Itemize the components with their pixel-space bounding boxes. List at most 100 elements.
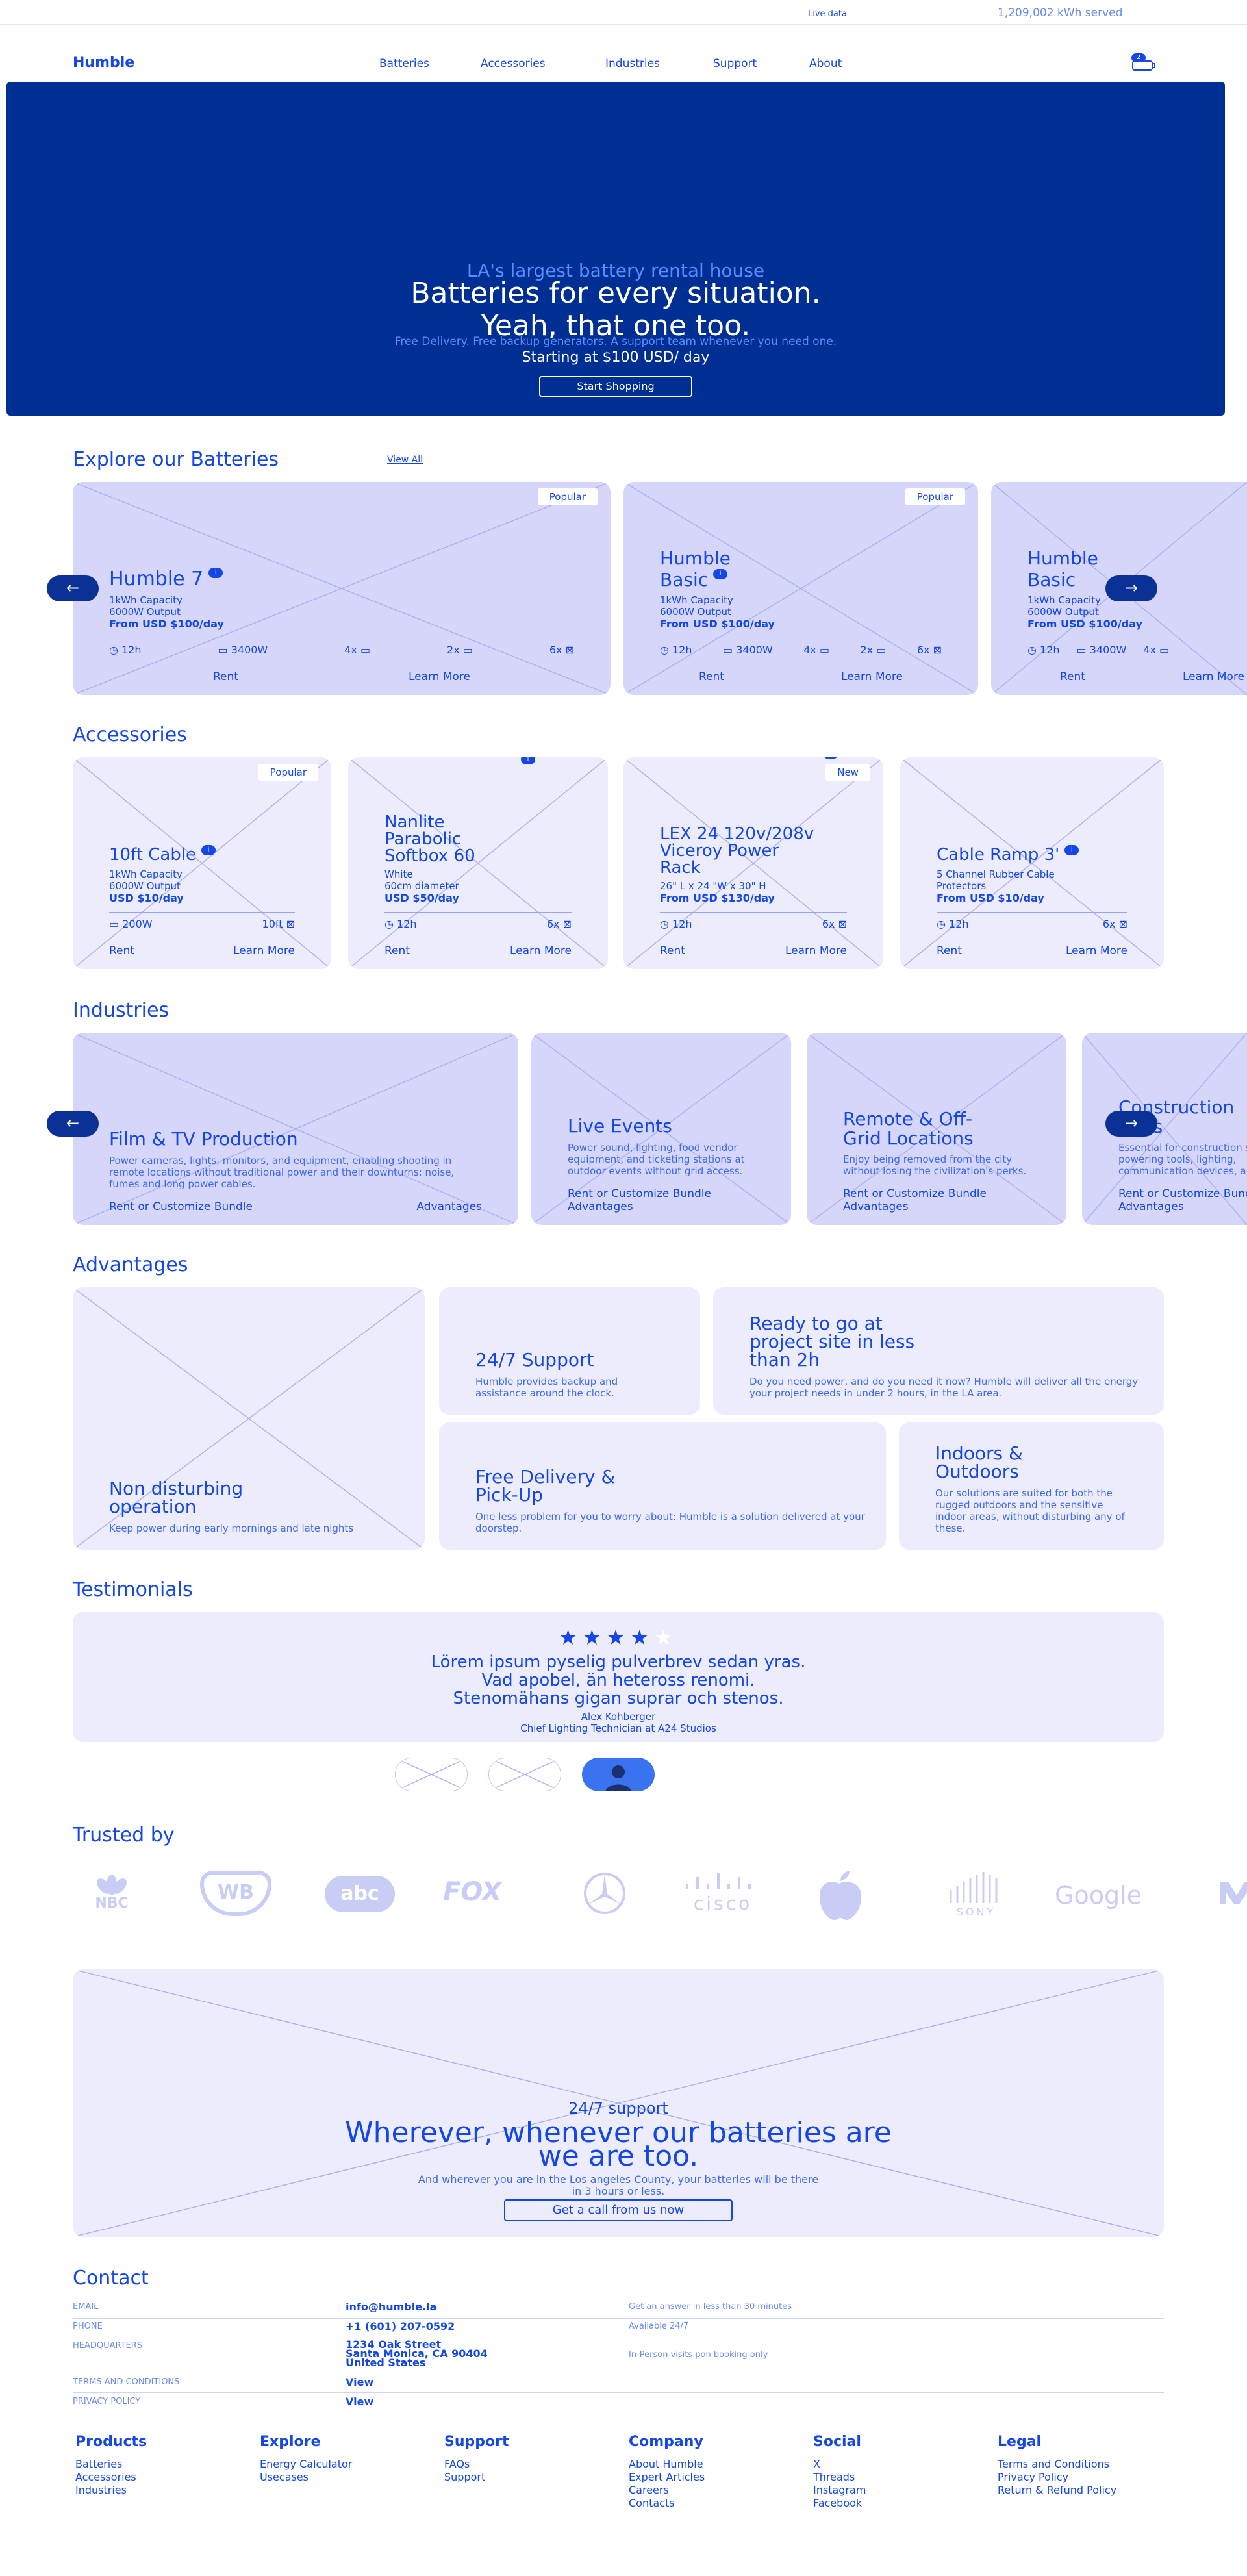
accessory-card[interactable]: Nanlite Parabolic Softbox 60 i White 60c… xyxy=(348,757,608,969)
rent-button[interactable]: Rent xyxy=(660,944,685,957)
start-shopping-button[interactable]: Start Shopping xyxy=(539,376,692,397)
accessory-card[interactable]: Popular 10ft Cable i 1kWh Capacity 6000W … xyxy=(73,757,331,969)
logo-row: NBC WB abc FOX cisco SONY Google xyxy=(73,1871,1247,1923)
hero-price: Starting at $100 USD/ day xyxy=(522,349,710,366)
advantages-link[interactable]: Advantages xyxy=(1118,1200,1247,1213)
battery-output: 6000W Output xyxy=(660,606,731,618)
runtime-spec: ◷ 12h xyxy=(660,918,692,930)
industry-name: Remote & Off-Grid Locations xyxy=(843,1108,974,1149)
logo[interactable]: Humble xyxy=(73,55,134,71)
star-icon: ★ xyxy=(582,1625,607,1650)
privacy-view-link[interactable]: View xyxy=(346,2395,373,2408)
accessory-card[interactable]: New LEX 24 120v/208v Viceroy Power Rack … xyxy=(624,757,883,969)
rent-bundle-link[interactable]: Rent or Customize Bundle xyxy=(109,1200,253,1213)
info-icon[interactable]: i xyxy=(208,568,223,578)
learn-more-link[interactable]: Learn More xyxy=(1066,944,1127,957)
nav-industries[interactable]: Industries xyxy=(605,57,660,70)
footer-link[interactable]: Threads xyxy=(813,2471,866,2484)
accessory-detail: 1kWh Capacity xyxy=(109,868,183,880)
industry-card[interactable]: Film & TV Production Power cameras, ligh… xyxy=(73,1033,518,1225)
nav-about[interactable]: About xyxy=(809,57,842,70)
wb-logo: WB xyxy=(200,1871,271,1916)
footer-link[interactable]: Return & Refund Policy xyxy=(998,2484,1116,2497)
kwh-served: 1,209,002 kWh served xyxy=(998,6,1123,19)
nav-batteries[interactable]: Batteries xyxy=(379,57,429,70)
learn-more-link[interactable]: Learn More xyxy=(785,944,847,957)
rent-button[interactable]: Rent xyxy=(213,670,238,683)
advantages-link[interactable]: Advantages xyxy=(416,1200,482,1213)
industry-description: Essential for construction sites, poweri… xyxy=(1118,1142,1247,1177)
carousel-prev-button[interactable]: ← xyxy=(47,1111,99,1137)
footer-link[interactable]: Terms and Conditions xyxy=(998,2458,1116,2471)
accessory-card[interactable]: Cable Ramp 3' i 5 Channel Rubber Cable Pr… xyxy=(900,757,1164,969)
footer-link[interactable]: Careers xyxy=(629,2484,705,2497)
testimonial-avatar-active[interactable] xyxy=(582,1758,655,1791)
testimonial-avatar[interactable] xyxy=(395,1758,468,1791)
industry-description: Power cameras, lights, monitors, and equ… xyxy=(109,1155,455,1190)
email-value[interactable]: info@humble.la xyxy=(346,2301,436,2313)
new-badge: New xyxy=(825,764,870,781)
rent-bundle-link[interactable]: Rent or Customize Bundle xyxy=(843,1187,1030,1200)
footer-link[interactable]: Industries xyxy=(75,2484,147,2497)
footer-link[interactable]: Contacts xyxy=(629,2497,705,2510)
terms-view-link[interactable]: View xyxy=(346,2376,373,2388)
learn-more-link[interactable]: Learn More xyxy=(841,670,903,683)
rent-button[interactable]: Rent xyxy=(699,670,724,683)
rent-button[interactable]: Rent xyxy=(109,944,134,957)
get-a-call-button[interactable]: Get a call from us now xyxy=(504,2199,733,2221)
accessory-price: USD $50/day xyxy=(384,892,459,904)
nbc-logo: NBC xyxy=(73,1871,151,1912)
advantage-delivery: Free Delivery & Pick-Up One less problem… xyxy=(439,1422,886,1550)
view-all-link[interactable]: View All xyxy=(387,455,423,465)
learn-more-link[interactable]: Learn More xyxy=(510,944,572,957)
advantage-desc: Our solutions are suited for both the ru… xyxy=(935,1487,1125,1534)
footer-link[interactable]: Privacy Policy xyxy=(998,2471,1116,2484)
rent-bundle-link[interactable]: Rent or Customize Bundle xyxy=(568,1187,755,1200)
learn-more-link[interactable]: Learn More xyxy=(409,670,470,683)
battery-card[interactable]: Popular Humble Basic i 1kWh Capacity 6000… xyxy=(624,482,978,695)
runtime-spec: ◷ 12h xyxy=(1027,644,1060,656)
carousel-next-button[interactable]: → xyxy=(1105,1111,1157,1137)
contact-title: Contact xyxy=(73,2267,149,2290)
footer-link[interactable]: Energy Calculator xyxy=(260,2458,352,2471)
rent-bundle-link[interactable]: Rent or Customize Bundle xyxy=(1118,1187,1247,1200)
info-icon[interactable]: i xyxy=(713,569,728,579)
rent-button[interactable]: Rent xyxy=(1060,670,1085,683)
footer-link[interactable]: FAQs xyxy=(444,2458,509,2471)
rent-button[interactable]: Rent xyxy=(384,944,410,957)
footer-link[interactable]: Facebook xyxy=(813,2497,866,2510)
footer-link[interactable]: About Humble xyxy=(629,2458,705,2471)
learn-more-link[interactable]: Learn More xyxy=(1183,670,1244,683)
battery-card[interactable]: Popular Humble 7 i 1kWh Capacity 6000W Ou… xyxy=(73,482,611,695)
runtime-spec: ◷ 12h xyxy=(109,644,142,656)
footer-link[interactable]: Expert Articles xyxy=(629,2471,705,2484)
testimonial-avatar[interactable] xyxy=(488,1758,561,1791)
rent-button[interactable]: Rent xyxy=(937,944,962,957)
footer-link[interactable]: Usecases xyxy=(260,2471,352,2484)
industry-card[interactable]: Remote & Off-Grid Locations Enjoy being … xyxy=(807,1033,1066,1225)
battery-capacity: 1kWh Capacity xyxy=(109,594,183,606)
learn-more-link[interactable]: Learn More xyxy=(233,944,295,957)
info-icon[interactable]: i xyxy=(521,757,535,764)
info-icon[interactable]: i xyxy=(1064,845,1079,855)
footer-link[interactable]: Accessories xyxy=(75,2471,147,2484)
cart-button[interactable]: 2 xyxy=(1129,53,1157,73)
accessory-name: 10ft Cable xyxy=(109,845,197,865)
accessory-detail: 60cm diameter xyxy=(384,880,459,892)
power-spec: ▭ 3400W xyxy=(1076,644,1127,656)
phone-value[interactable]: +1 (601) 207-0592 xyxy=(346,2320,455,2332)
carousel-next-button[interactable]: → xyxy=(1105,575,1157,601)
accessory-name: Cable Ramp 3' xyxy=(937,845,1060,865)
footer-link[interactable]: Instagram xyxy=(813,2484,866,2497)
advantages-link[interactable]: Advantages xyxy=(568,1200,755,1213)
info-icon[interactable]: i xyxy=(201,845,216,855)
nav-support[interactable]: Support xyxy=(713,57,757,70)
footer-link[interactable]: Support xyxy=(444,2471,509,2484)
carousel-prev-button[interactable]: ← xyxy=(47,575,99,601)
nav-accessories[interactable]: Accessories xyxy=(481,57,546,70)
usb-outlets-spec: 6x ⊠ xyxy=(916,644,942,656)
footer-link[interactable]: X xyxy=(813,2458,866,2471)
industry-card[interactable]: Live Events Power sound, lighting, food … xyxy=(531,1033,791,1225)
advantages-link[interactable]: Advantages xyxy=(843,1200,1030,1213)
footer-link[interactable]: Batteries xyxy=(75,2458,147,2471)
